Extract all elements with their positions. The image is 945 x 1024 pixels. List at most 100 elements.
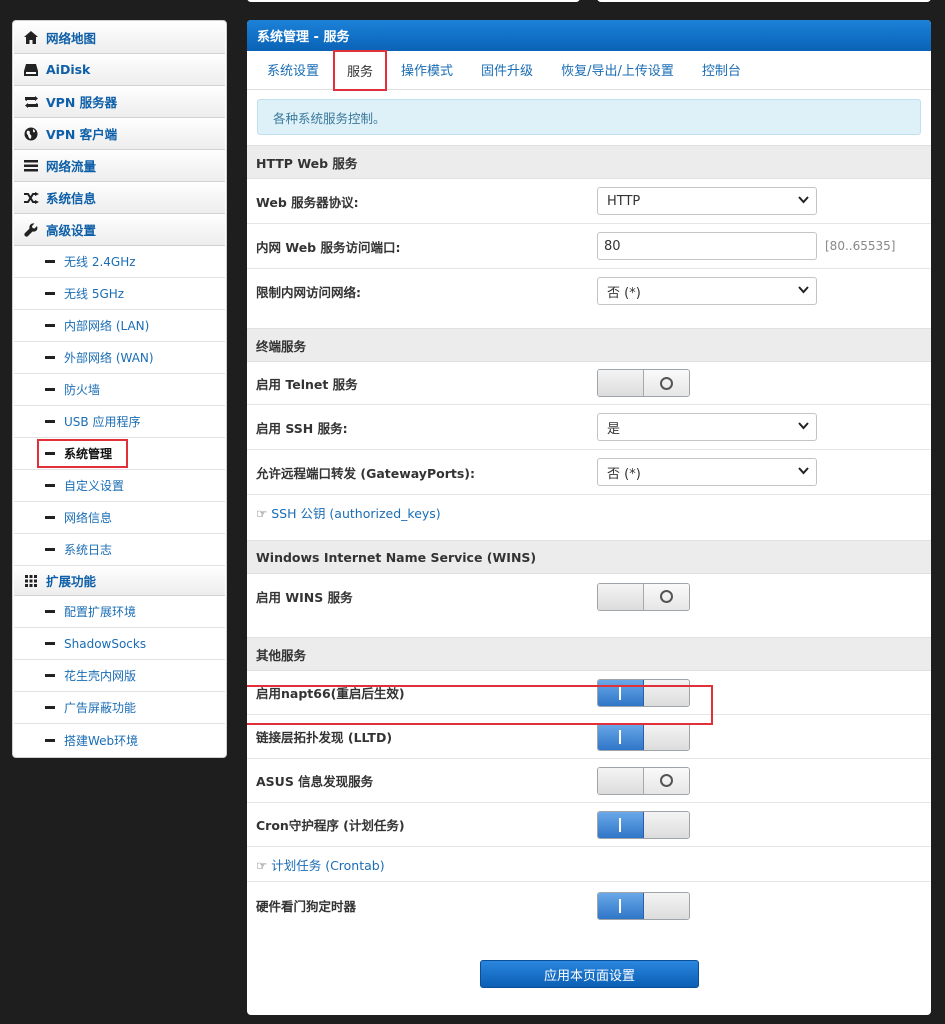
sidebar-item-advanced[interactable]: 高级设置 — [14, 214, 225, 246]
hand-pointer-icon: ☞ — [256, 857, 268, 873]
sidebar-sub-netinfo[interactable]: 网络信息 — [14, 502, 225, 534]
sidebar-sub-firewall[interactable]: 防火墙 — [14, 374, 225, 406]
sidebar-sub-label: USB 应用程序 — [64, 415, 141, 429]
sidebar-sub-shadowsocks[interactable]: ShadowSocks — [14, 628, 225, 660]
sidebar-sub-oray[interactable]: 花生壳内网版 — [14, 660, 225, 692]
cron-toggle[interactable] — [597, 810, 690, 839]
tab-console[interactable]: 控制台 — [688, 50, 755, 89]
sidebar-sub-lan[interactable]: 内部网络 (LAN) — [14, 310, 225, 342]
dash-icon — [45, 738, 55, 742]
hand-pointer-icon: ☞ — [256, 506, 268, 521]
tab-operation-mode[interactable]: 操作模式 — [387, 50, 467, 89]
dash-icon — [45, 324, 55, 327]
row-web-port: 内网 Web 服务访问端口: 80 [80..65535] — [247, 224, 931, 269]
row-ssh: 启用 SSH 服务: 是 — [247, 405, 931, 450]
on-bar-icon — [619, 898, 622, 913]
crontab-link-text: 计划任务 (Crontab) — [271, 857, 385, 873]
lltd-toggle[interactable] — [597, 722, 690, 751]
row-lltd: 链接层拓扑发现 (LLTD) — [247, 715, 931, 759]
sidebar-sub-label: 配置扩展环境 — [64, 605, 137, 619]
sidebar-sub-admin[interactable]: 系统管理 — [14, 438, 225, 470]
section-wins: Windows Internet Name Service (WINS) — [247, 540, 931, 574]
ssh-label: 启用 SSH 服务: — [256, 420, 348, 436]
gateway-ports-select[interactable]: 否 (*) — [597, 458, 817, 486]
sidebar-sub-usb[interactable]: USB 应用程序 — [14, 406, 225, 438]
tab-restore[interactable]: 恢复/导出/上传设置 — [547, 50, 688, 89]
sidebar-sub-label: 无线 5GHz — [64, 287, 125, 301]
sidebar-sub-label: 内部网络 (LAN) — [64, 319, 150, 333]
section-http: HTTP Web 服务 — [247, 145, 931, 179]
sidebar-item-vpn-server[interactable]: VPN 服务器 — [14, 86, 225, 118]
shuffle-icon — [23, 190, 39, 206]
ssh-keys-link[interactable]: ☞ SSH 公钥 (authorized_keys) — [256, 503, 441, 522]
dash-icon — [45, 388, 55, 391]
sidebar-sub-label: 无线 2.4GHz — [64, 255, 136, 269]
row-napt66: 启用napt66(重启后生效) — [247, 671, 931, 715]
crontab-link[interactable]: ☞ 计划任务 (Crontab) — [256, 855, 385, 874]
telnet-toggle[interactable] — [597, 369, 690, 397]
main-panel: 系统管理 - 服务 系统设置 服务 操作模式 固件升级 恢复/导出/上传设置 控… — [247, 20, 931, 1015]
watchdog-toggle[interactable] — [597, 891, 690, 920]
top-box-right — [597, 0, 931, 2]
top-box-left — [247, 0, 580, 2]
gateway-ports-label: 允许远程端口转发 (GatewayPorts): — [256, 465, 476, 481]
lltd-label: 链接层拓扑发现 (LLTD) — [256, 730, 393, 745]
ssh-value: 是 — [607, 421, 621, 437]
chevron-down-icon — [798, 422, 809, 430]
chevron-down-icon — [798, 196, 809, 204]
sidebar-sub-web-env[interactable]: 搭建Web环境 — [14, 724, 225, 756]
ssh-select[interactable]: 是 — [597, 413, 817, 441]
restrict-lan-select[interactable]: 否 (*) — [597, 277, 817, 305]
sidebar-sub-wifi-5[interactable]: 无线 5GHz — [14, 278, 225, 310]
off-circle-icon — [659, 590, 673, 603]
dash-icon — [45, 610, 55, 613]
sidebar-item-label: 高级设置 — [46, 223, 97, 238]
sidebar-sub-syslog[interactable]: 系统日志 — [14, 534, 225, 566]
napt66-toggle[interactable] — [597, 678, 690, 707]
tab-system-settings[interactable]: 系统设置 — [253, 50, 333, 89]
sidebar-sub-label: 系统日志 — [64, 543, 113, 557]
row-crontab: ☞ 计划任务 (Crontab) — [247, 847, 931, 882]
asus-discovery-toggle[interactable] — [597, 766, 690, 795]
sidebar-item-label: VPN 服务器 — [46, 95, 118, 110]
sidebar-item-extensions[interactable]: 扩展功能 — [14, 566, 225, 596]
tab-services[interactable]: 服务 — [333, 50, 388, 91]
sidebar-sub-wifi-24[interactable]: 无线 2.4GHz — [14, 246, 225, 278]
row-restrict-lan: 限制内网访问网络: 否 (*) — [247, 269, 931, 313]
dash-icon — [45, 642, 55, 645]
restrict-lan-label: 限制内网访问网络: — [256, 284, 361, 300]
tab-firmware[interactable]: 固件升级 — [467, 50, 547, 89]
sidebar-sub-label: 外部网络 (WAN) — [64, 351, 154, 365]
web-protocol-select[interactable]: HTTP — [597, 187, 817, 215]
dash-icon — [45, 260, 55, 263]
sidebar-sub-custom[interactable]: 自定义设置 — [14, 470, 225, 502]
chevron-down-icon — [798, 467, 809, 475]
sidebar-item-label: 网络流量 — [46, 159, 97, 174]
sidebar-sub-adblock[interactable]: 广告屏蔽功能 — [14, 692, 225, 724]
sidebar-sub-wan[interactable]: 外部网络 (WAN) — [14, 342, 225, 374]
row-telnet: 启用 Telnet 服务 — [247, 362, 931, 405]
web-protocol-label: Web 服务器协议: — [256, 194, 359, 210]
on-bar-icon — [619, 685, 622, 700]
sidebar-item-network-map[interactable]: 网络地图 — [14, 22, 225, 54]
row-gateway-ports: 允许远程端口转发 (GatewayPorts): 否 (*) — [247, 450, 931, 495]
sidebar-item-system-info[interactable]: 系统信息 — [14, 182, 225, 214]
sidebar-sub-label: 系统管理 — [64, 447, 113, 461]
wins-toggle[interactable] — [597, 582, 690, 611]
wrench-icon — [23, 222, 39, 238]
sidebar-item-label: 扩展功能 — [46, 574, 97, 589]
sidebar-item-vpn-client[interactable]: VPN 客户端 — [14, 118, 225, 150]
restrict-lan-value: 否 (*) — [607, 285, 641, 301]
sidebar-sub-label: 自定义设置 — [64, 479, 125, 493]
sidebar-item-traffic[interactable]: 网络流量 — [14, 150, 225, 182]
sidebar-item-aidisk[interactable]: AiDisk — [14, 54, 225, 86]
sidebar-sub-ext-env[interactable]: 配置扩展环境 — [14, 596, 225, 628]
wins-label: 启用 WINS 服务 — [256, 590, 353, 605]
off-circle-icon — [659, 774, 673, 787]
globe-icon — [23, 126, 39, 142]
web-port-input[interactable]: 80 — [597, 232, 817, 260]
dash-icon — [45, 452, 55, 455]
on-bar-icon — [619, 729, 622, 744]
row-web-protocol: Web 服务器协议: HTTP — [247, 179, 931, 224]
apply-button[interactable]: 应用本页面设置 — [480, 960, 699, 988]
